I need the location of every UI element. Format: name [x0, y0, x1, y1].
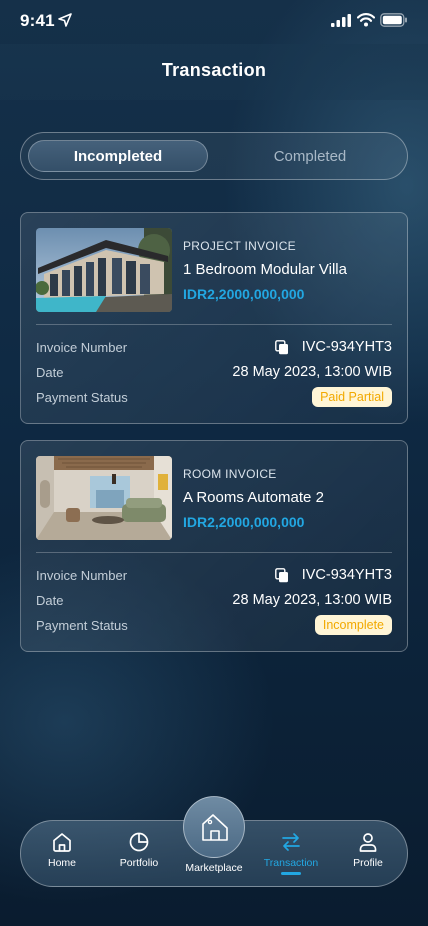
invoice-card[interactable]: PROJECT INVOICE 1 Bedroom Modular Villa …	[20, 212, 408, 424]
tab-completed[interactable]: Completed	[220, 140, 400, 172]
invoice-price: IDR2,2000,000,000	[183, 286, 305, 302]
invoice-number-value: IVC-934YHT3	[301, 339, 392, 355]
invoice-type: PROJECT INVOICE	[183, 239, 296, 253]
copy-icon[interactable]	[275, 340, 289, 355]
invoice-type: ROOM INVOICE	[183, 467, 277, 481]
date-label: Date	[36, 593, 64, 608]
status-time: 9:41	[20, 11, 55, 30]
status-bar: 9:41	[0, 0, 428, 44]
nav-portfolio[interactable]: Portfolio	[111, 821, 167, 888]
date-value: 28 May 2023, 13:00 WIB	[232, 364, 392, 380]
invoice-price: IDR2,2000,000,000	[183, 514, 305, 530]
date-label: Date	[36, 365, 64, 380]
nav-home[interactable]: Home	[37, 821, 87, 888]
room-thumbnail	[36, 456, 172, 540]
wifi-icon	[357, 13, 375, 27]
payment-status-label: Payment Status	[36, 390, 128, 405]
status-badge: Paid Partial	[312, 387, 392, 407]
store-tag-icon	[202, 814, 228, 841]
divider	[36, 324, 392, 325]
nav-profile[interactable]: Profile	[343, 821, 393, 888]
nav-home-label: Home	[47, 857, 76, 869]
invoice-number-label: Invoice Number	[36, 568, 128, 583]
nav-profile-label: Profile	[353, 857, 383, 869]
tab-incompleted[interactable]: Incompleted	[28, 140, 208, 172]
invoice-name: A Rooms Automate 2	[183, 489, 324, 506]
nav-marketplace[interactable]	[183, 796, 245, 858]
invoice-number-label: Invoice Number	[36, 340, 128, 355]
battery-icon	[380, 13, 407, 27]
page-title: Transaction	[161, 60, 267, 80]
payment-status-label: Payment Status	[36, 618, 128, 633]
divider	[36, 552, 392, 553]
home-icon	[53, 833, 71, 852]
nav-marketplace-label: Marketplace	[185, 862, 243, 874]
date-value: 28 May 2023, 13:00 WIB	[232, 592, 392, 608]
swap-arrows-icon	[282, 833, 300, 851]
user-icon	[359, 833, 377, 852]
signal-icon	[331, 14, 351, 27]
nav-transaction[interactable]: Transaction	[257, 821, 325, 888]
nav-portfolio-label: Portfolio	[119, 857, 159, 869]
status-badge: Incomplete	[314, 615, 392, 635]
pie-chart-icon	[129, 832, 149, 852]
location-arrow-icon	[58, 13, 72, 27]
invoice-number-value: IVC-934YHT3	[301, 567, 392, 583]
copy-icon[interactable]	[275, 568, 289, 583]
status-segmented-control: Incompleted Completed	[20, 132, 408, 180]
invoice-name: 1 Bedroom Modular Villa	[183, 261, 347, 278]
header: Transaction	[0, 44, 428, 100]
nav-transaction-label: Transaction	[263, 857, 319, 869]
villa-thumbnail	[36, 228, 172, 312]
invoice-card[interactable]: ROOM INVOICE A Rooms Automate 2 IDR2,200…	[20, 440, 408, 652]
active-indicator	[281, 872, 301, 875]
